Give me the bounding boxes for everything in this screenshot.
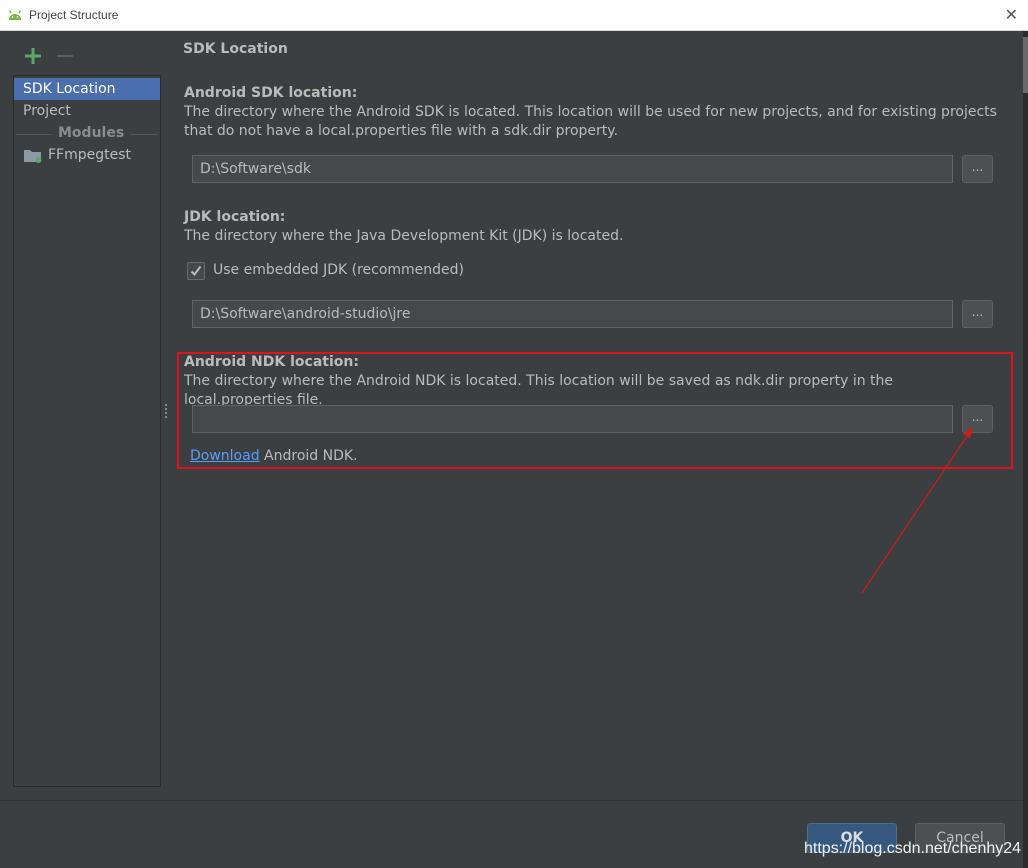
sidebar-item-sdk-location[interactable]: SDK Location bbox=[14, 78, 160, 100]
android-ndk-title: Android NDK location: bbox=[184, 354, 359, 370]
android-ndk-browse-button[interactable]: ... bbox=[962, 405, 993, 433]
use-embedded-jdk-label[interactable]: Use embedded JDK (recommended) bbox=[213, 262, 464, 278]
sidebar-item-label: SDK Location bbox=[23, 81, 116, 97]
add-icon[interactable] bbox=[23, 46, 43, 66]
use-embedded-jdk-checkbox[interactable] bbox=[187, 262, 205, 280]
android-sdk-browse-button[interactable]: ... bbox=[962, 155, 993, 183]
remove-icon bbox=[57, 55, 73, 57]
jdk-browse-button[interactable]: ... bbox=[962, 300, 993, 328]
android-ndk-path-field[interactable] bbox=[192, 405, 953, 433]
android-studio-icon bbox=[8, 10, 22, 20]
watermark-text: https://blog.csdn.net/chenhy24 bbox=[804, 840, 1022, 857]
android-sdk-path-field[interactable]: D:\Software\sdk bbox=[192, 155, 953, 183]
sidebar-item-label: FFmpegtest bbox=[48, 147, 132, 163]
jdk-title: JDK location: bbox=[184, 209, 286, 225]
close-icon[interactable]: ✕ bbox=[1005, 6, 1018, 24]
download-ndk-suffix: Android NDK. bbox=[259, 448, 358, 464]
main-panel: SDK Location Android SDK location: The d… bbox=[170, 31, 1023, 801]
android-sdk-title: Android SDK location: bbox=[184, 85, 358, 101]
sidebar-group-label: Modules bbox=[52, 125, 131, 141]
sidebar-group-modules: Modules bbox=[14, 124, 160, 144]
window-titlebar: Project Structure ✕ bbox=[0, 0, 1028, 31]
sidebar: SDK Location Project Modules FFmpegtest bbox=[13, 75, 161, 787]
jdk-description: The directory where the Java Development… bbox=[184, 228, 624, 244]
footer-divider bbox=[0, 800, 1023, 801]
checkmark-icon bbox=[190, 265, 202, 277]
sidebar-item-label: Project bbox=[23, 103, 71, 119]
scrollbar[interactable] bbox=[1023, 31, 1028, 868]
window-title: Project Structure bbox=[29, 8, 119, 22]
page-title: SDK Location bbox=[183, 41, 288, 57]
sidebar-item-module-ffmpegtest[interactable]: FFmpegtest bbox=[14, 144, 160, 166]
download-ndk-row: Download Android NDK. bbox=[190, 448, 358, 464]
sidebar-item-project[interactable]: Project bbox=[14, 100, 160, 122]
android-sdk-description: The directory where the Android SDK is l… bbox=[184, 104, 997, 139]
jdk-path-field[interactable]: D:\Software\android-studio\jre bbox=[192, 300, 953, 328]
splitter-handle[interactable] bbox=[164, 404, 168, 420]
module-folder-icon bbox=[24, 150, 42, 163]
download-ndk-link[interactable]: Download bbox=[190, 448, 260, 464]
scrollbar-thumb[interactable] bbox=[1023, 37, 1028, 93]
